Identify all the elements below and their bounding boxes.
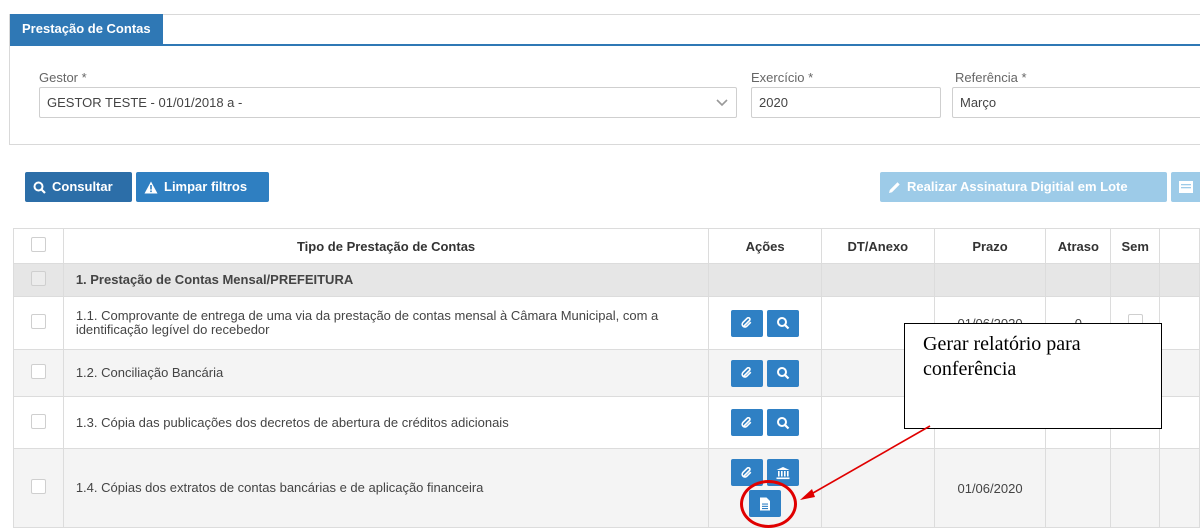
annotation-arrow xyxy=(800,425,931,500)
